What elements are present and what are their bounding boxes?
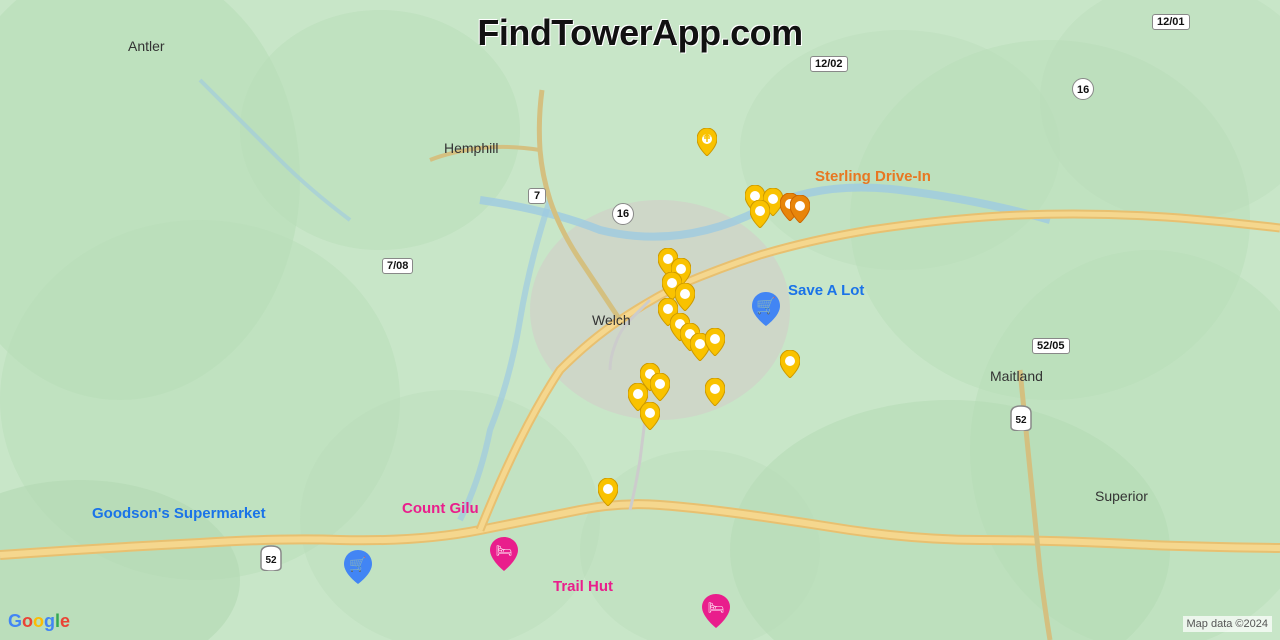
- page-title: FindTowerApp.com: [477, 12, 802, 54]
- svg-text:🛒: 🛒: [349, 556, 366, 573]
- svg-text:🛏: 🛏: [708, 600, 725, 615]
- sterling-label: Sterling Drive-In: [815, 168, 931, 185]
- tower-pin-t14[interactable]: [705, 328, 725, 361]
- road-badge-7: 7: [528, 188, 546, 204]
- place-welch: Welch: [592, 312, 631, 328]
- road-badge-52b: 52: [260, 545, 282, 576]
- tower-pin-t18[interactable]: [640, 402, 660, 435]
- road-badge-16b: 16: [612, 203, 634, 225]
- tower-pin-t1[interactable]: [697, 128, 717, 161]
- svg-text:52: 52: [265, 555, 277, 566]
- tower-pin-t5[interactable]: [750, 200, 770, 233]
- countgilu-pin[interactable]: 🛏: [488, 535, 520, 576]
- goodsons-label: Goodson's Supermarket: [92, 505, 266, 522]
- tower-pin-t19[interactable]: [705, 378, 725, 411]
- svg-text:🛒: 🛒: [756, 296, 776, 315]
- road-badge-1202: 12/02: [810, 56, 848, 72]
- road-badge-1201: 12/01: [1152, 14, 1190, 30]
- savealot-label: Save A Lot: [788, 282, 864, 299]
- trailhut-pin[interactable]: 🛏: [700, 592, 732, 633]
- map-container: FindTowerApp.com 12/01 12/02 16 7 16 7/0…: [0, 0, 1280, 640]
- road-badge-708: 7/08: [382, 258, 413, 274]
- countgilu-label: Count Gilu: [402, 500, 479, 517]
- place-antler: Antler: [128, 38, 165, 54]
- svg-text:52: 52: [1015, 415, 1027, 426]
- tower-pin-t20[interactable]: [598, 478, 618, 511]
- place-hemphill: Hemphill: [444, 140, 498, 156]
- goodsons-pin[interactable]: 🛒: [340, 548, 376, 589]
- road-badge-52a: 52: [1010, 405, 1032, 436]
- place-superior: Superior: [1095, 488, 1148, 504]
- trailhut-label: Trail Hut: [553, 578, 613, 595]
- savealot-pin[interactable]: 🛒: [748, 290, 784, 331]
- place-maitland: Maitland: [990, 368, 1043, 384]
- road-badge-5205: 52/05: [1032, 338, 1070, 354]
- tower-pin-t21[interactable]: [780, 350, 800, 383]
- road-badge-16a: 16: [1072, 78, 1094, 100]
- svg-text:🛏: 🛏: [496, 543, 513, 558]
- sterling-pin[interactable]: [790, 195, 810, 228]
- google-logo: Google: [8, 611, 70, 632]
- map-data-label: Map data ©2024: [1183, 616, 1273, 632]
- tower-pin-t9[interactable]: [675, 283, 695, 316]
